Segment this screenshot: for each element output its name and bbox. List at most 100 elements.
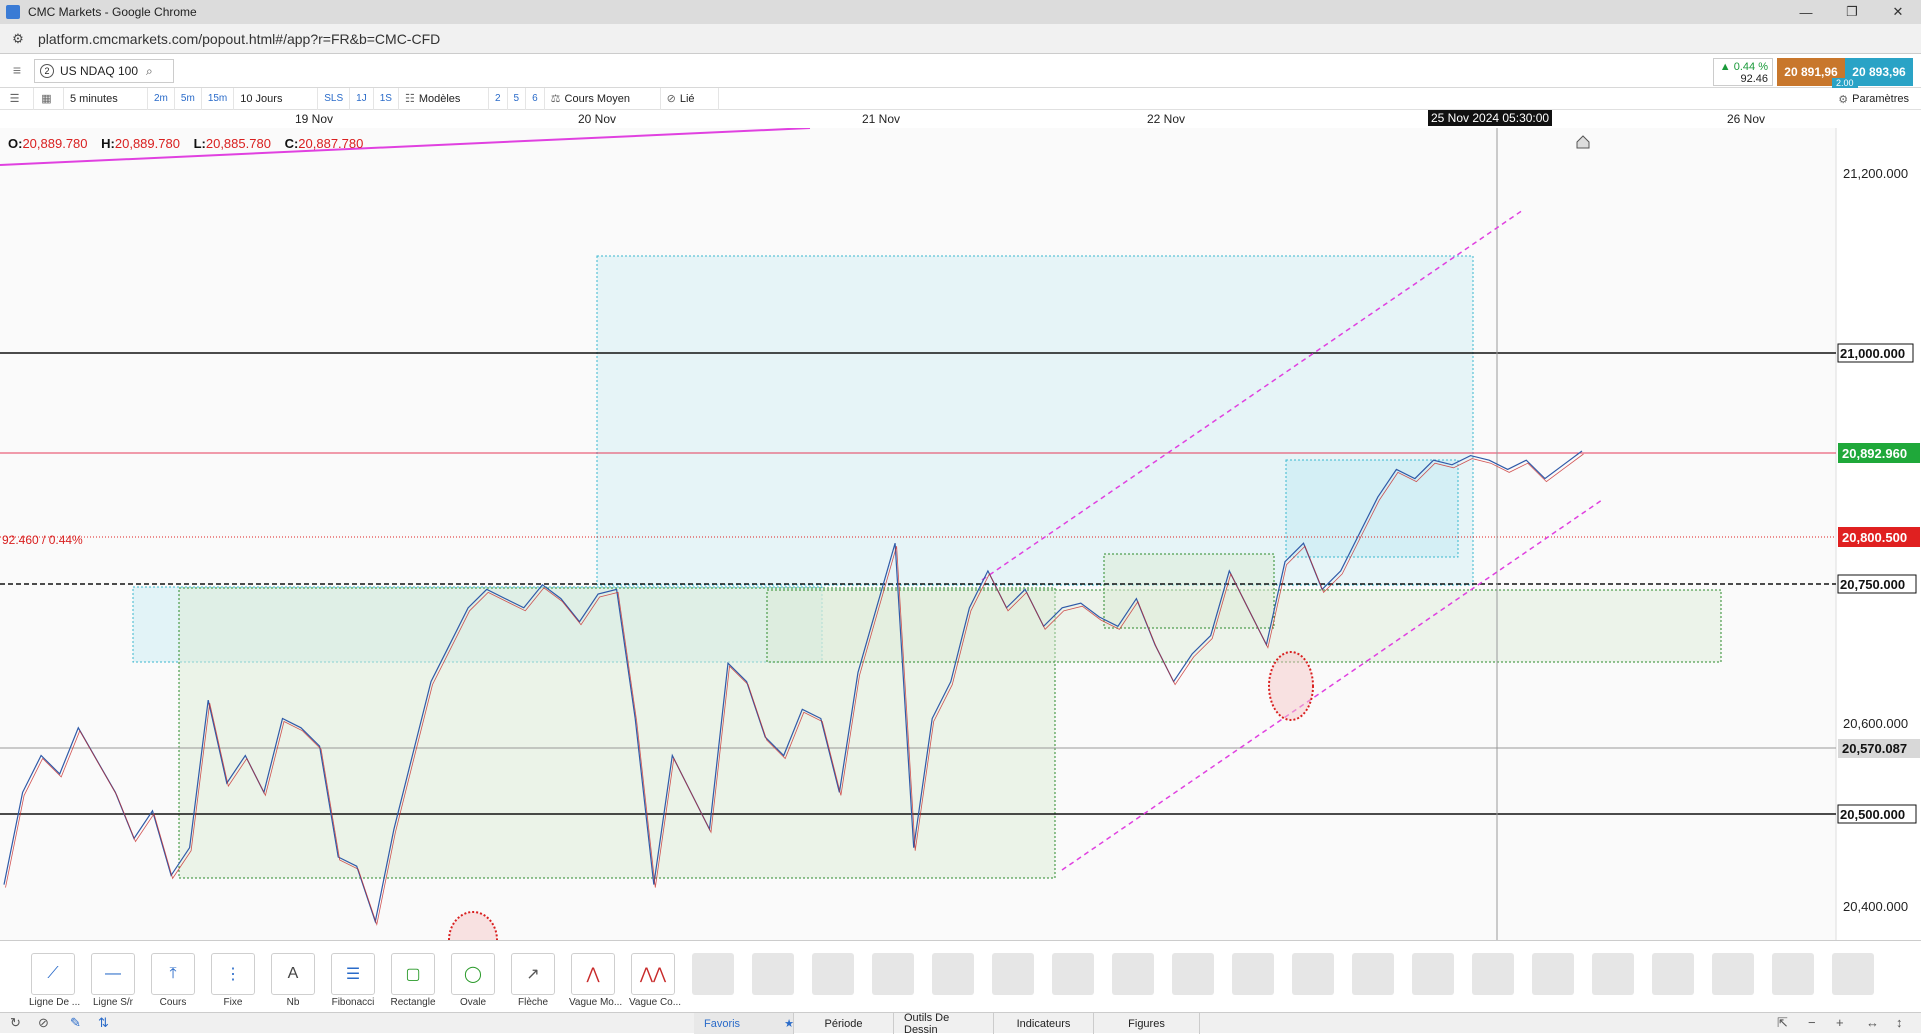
- tool-fleche[interactable]: ↗ Flèche: [509, 953, 557, 1008]
- maximize-button[interactable]: ❐: [1829, 0, 1875, 24]
- chart-list-icon[interactable]: ☰: [0, 87, 34, 110]
- tool-vague-mo[interactable]: ⋀ Vague Mo...: [569, 953, 622, 1008]
- empty-tool-slot: [992, 953, 1034, 995]
- url-text[interactable]: platform.cmcmarkets.com/popout.html#/app…: [38, 31, 440, 47]
- settings-button[interactable]: ⚙ Paramètres: [1838, 88, 1909, 110]
- date-tick: 19 Nov: [295, 112, 334, 126]
- empty-tool-slot: [1052, 953, 1094, 995]
- pencil-icon[interactable]: ✎: [70, 1015, 81, 1031]
- tool-fixe[interactable]: ⋮ Fixe: [209, 953, 257, 1008]
- instrument-search[interactable]: 2 US NDAQ 100 ⌕: [34, 59, 174, 83]
- gear-icon: ⚙: [1838, 93, 1849, 106]
- minimize-button[interactable]: —: [1783, 0, 1829, 24]
- empty-tool-slot: [1592, 953, 1634, 995]
- bottom-tab-bar: ↻ ⊘ ✎ ⇅ Favoris ★ Période Outils De Dessi…: [0, 1012, 1921, 1036]
- y-tick-21200: 21,200.000: [1843, 166, 1908, 181]
- tool-rectangle[interactable]: ▢ Rectangle: [389, 953, 437, 1008]
- tab-periode[interactable]: Période: [794, 1013, 894, 1034]
- address-bar: ⚙ platform.cmcmarkets.com/popout.html#/a…: [0, 24, 1921, 54]
- close-button[interactable]: ✕: [1875, 0, 1921, 24]
- empty-tool-slot: [1412, 953, 1454, 995]
- tool-cours[interactable]: ⤒ Cours: [149, 953, 197, 1008]
- range-1s[interactable]: 1S: [374, 87, 399, 110]
- empty-tool-slot: [1352, 953, 1394, 995]
- chart-toolbar: ☰ ▦ 5 minutes 2m 5m 15m 10 Jours SLS 1J …: [0, 87, 1921, 110]
- range-sls[interactable]: SLS: [318, 87, 351, 110]
- interval-15m[interactable]: 15m: [202, 87, 235, 110]
- zoom-in-icon[interactable]: +: [1836, 1015, 1844, 1030]
- link-icon: ⊘: [666, 93, 676, 105]
- zone-green-small[interactable]: [1103, 553, 1275, 629]
- empty-tool-slot: [692, 953, 734, 995]
- clear-icon[interactable]: ⊘: [38, 1015, 49, 1031]
- layout-icon[interactable]: ▦: [34, 87, 64, 110]
- tool-fibonacci[interactable]: ☰ Fibonacci: [329, 953, 377, 1008]
- date-tick: 22 Nov: [1147, 112, 1186, 126]
- level-label-prevclose: 20,800.500: [1842, 530, 1907, 545]
- change-points: 92.46: [1740, 73, 1768, 85]
- tool-ligne-de[interactable]: ⟋ Ligne De ...: [29, 953, 81, 1008]
- empty-tool-slot: [812, 953, 854, 995]
- tool-ligne-sr[interactable]: — Ligne S/r: [89, 953, 137, 1008]
- tool-label: Flèche: [517, 997, 548, 1008]
- magnet-icon[interactable]: ⇅: [98, 1015, 109, 1031]
- window-title: CMC Markets - Google Chrome: [28, 5, 197, 19]
- tool-vague-co[interactable]: ⋀⋀ Vague Co...: [629, 953, 681, 1008]
- instrument-bar: ≡ 2 US NDAQ 100 ⌕ ▲ 0.44 % 92.46 20 891,…: [0, 54, 1921, 88]
- tool-label: Nb: [286, 997, 300, 1008]
- crosshair-date-label: 25 Nov 2024 05:30:00: [1428, 110, 1553, 126]
- tab-outils-de-dessin[interactable]: Outils De Dessin: [894, 1012, 994, 1036]
- tab-figures[interactable]: Figures: [1094, 1013, 1200, 1034]
- change-percent: ▲ 0.44 %: [1719, 61, 1768, 73]
- search-icon[interactable]: ⌕: [146, 64, 153, 79]
- price-type-select[interactable]: ⚖ Cours Moyen: [545, 87, 661, 110]
- tab-indicateurs[interactable]: Indicateurs: [994, 1013, 1094, 1034]
- window-titlebar: CMC Markets - Google Chrome — ❐ ✕: [0, 0, 1921, 24]
- y-tick-20600: 20,600.000: [1843, 716, 1908, 731]
- daily-change: ▲ 0.44 % 92.46: [1713, 58, 1773, 86]
- tool-label: Ligne S/r: [92, 997, 134, 1008]
- tool-nb[interactable]: A Nb: [269, 953, 317, 1008]
- tool-label: Rectangle: [390, 997, 436, 1008]
- templates-button[interactable]: ☷ Modèles: [399, 87, 489, 110]
- tab-favoris[interactable]: Favoris ★: [694, 1013, 794, 1034]
- linked-number-badge: 2: [40, 64, 54, 78]
- range-1j[interactable]: 1J: [350, 87, 374, 110]
- hamburger-menu-icon[interactable]: ≡: [6, 62, 28, 80]
- y-tick-20400: 20,400.000: [1843, 899, 1908, 914]
- spread-badge: 2.00: [1832, 78, 1858, 88]
- reset-zoom-icon[interactable]: ⇱: [1777, 1015, 1788, 1031]
- oval-marker-right[interactable]: [1268, 651, 1314, 721]
- open-label: O:: [8, 136, 23, 151]
- templates-label: Modèles: [418, 92, 461, 105]
- count-2[interactable]: 2: [489, 87, 508, 110]
- wave-co-tool-icon: ⋀⋀: [631, 953, 675, 995]
- refresh-icon[interactable]: ↻: [10, 1015, 21, 1031]
- count-5[interactable]: 5: [508, 87, 527, 110]
- high-label: H:: [101, 136, 115, 151]
- empty-tool-slot: [872, 953, 914, 995]
- price-chart[interactable]: 21,200.000 20,600.000 20,400.000 21,000.…: [0, 128, 1921, 940]
- tool-ovale[interactable]: ◯ Ovale: [449, 953, 497, 1008]
- fibonacci-tool-icon: ☰: [331, 953, 375, 995]
- date-tick: 20 Nov: [578, 112, 617, 126]
- interval-2m[interactable]: 2m: [148, 87, 175, 110]
- empty-tool-slot: [1472, 953, 1514, 995]
- zoom-out-icon[interactable]: −: [1808, 1015, 1816, 1030]
- fit-horizontal-icon[interactable]: ↔: [1866, 1015, 1879, 1030]
- drawing-tools-panel: ⟋ Ligne De ... — Ligne S/r ⤒ Cours ⋮ Fixe AN…: [0, 940, 1921, 1012]
- tool-label: Ligne De ...: [29, 997, 81, 1008]
- range-select[interactable]: 10 Jours: [234, 87, 319, 110]
- tool-label: Fibonacci: [331, 997, 375, 1008]
- interval-5m[interactable]: 5m: [175, 87, 202, 110]
- interval-select[interactable]: 5 minutes: [64, 87, 148, 110]
- site-settings-icon[interactable]: ⚙: [8, 29, 28, 49]
- empty-tool-slot: [1292, 953, 1334, 995]
- oval-tool-icon: ◯: [451, 953, 495, 995]
- count-6[interactable]: 6: [526, 87, 545, 110]
- fit-vertical-icon[interactable]: ↕: [1896, 1015, 1903, 1030]
- instrument-name: US NDAQ 100: [60, 64, 139, 78]
- settings-label: Paramètres: [1852, 93, 1909, 105]
- rectangle-tool-icon: ▢: [391, 953, 435, 995]
- link-button[interactable]: ⊘ Lié: [661, 87, 719, 110]
